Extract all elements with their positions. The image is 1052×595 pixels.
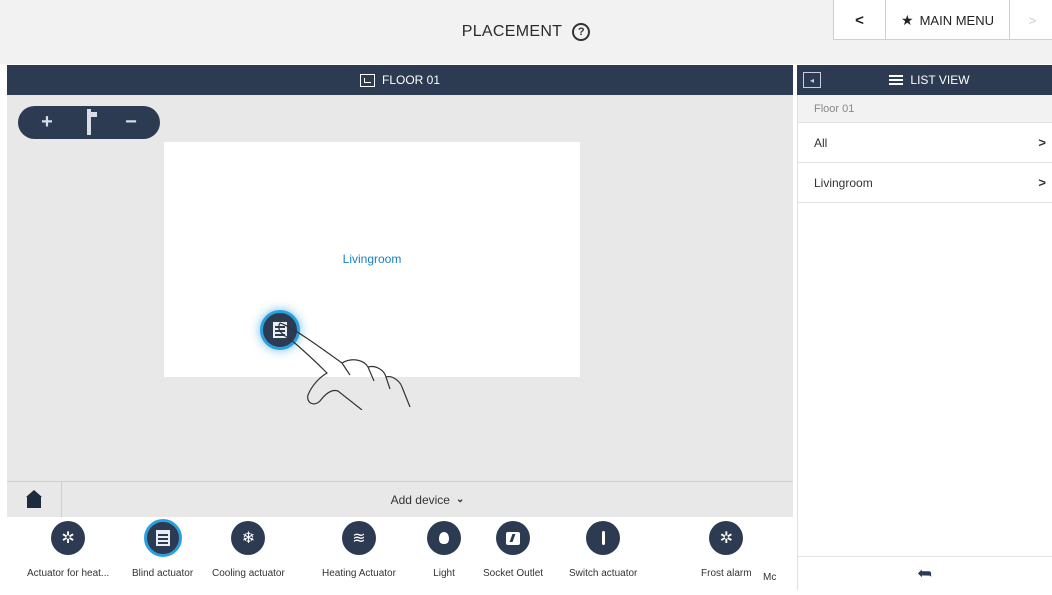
bulb-glyph-icon xyxy=(439,532,449,544)
device-label: Heating Actuator xyxy=(322,568,396,579)
list-view-header: ◂ LIST VIEW xyxy=(797,65,1052,95)
list-icon xyxy=(889,75,904,85)
switch-glyph-icon xyxy=(601,531,605,545)
list-item-label: All xyxy=(814,135,828,150)
zoom-in-button[interactable]: + xyxy=(31,106,63,139)
main-menu-label: MAIN MENU xyxy=(919,12,994,28)
main-menu-button[interactable]: ★ MAIN MENU xyxy=(886,0,1010,40)
device-label: Light xyxy=(433,568,455,579)
list-item-all[interactable]: All > xyxy=(798,123,1052,163)
socket-icon xyxy=(496,521,531,555)
star-icon: ★ xyxy=(901,11,914,28)
device-label: Socket Outlet xyxy=(483,568,544,579)
list-view-title: LIST VIEW xyxy=(797,73,1052,87)
snowflake-icon: ❄ xyxy=(231,521,266,555)
device-light[interactable]: Light xyxy=(427,521,461,579)
device-label: Blind actuator xyxy=(132,568,194,579)
chevron-right-icon: > xyxy=(1038,135,1046,150)
socket-glyph-icon xyxy=(506,531,521,545)
heat-waves-icon: ≋ xyxy=(341,521,376,555)
floor-plan-canvas[interactable]: + − Livingroom xyxy=(7,95,793,481)
add-device-label: Add device xyxy=(390,492,450,507)
collapse-panel-icon[interactable]: ◂ xyxy=(803,72,821,88)
list-panel: Floor 01 All > Livingroom > ➦ xyxy=(797,95,1052,590)
floor-header: FLOOR 01 xyxy=(7,65,793,95)
fit-screen-icon xyxy=(87,109,91,135)
home-icon xyxy=(26,489,42,508)
device-blind-actuator[interactable]: Blind actuator xyxy=(132,519,194,579)
blind-glyph-icon xyxy=(155,530,170,546)
frost-alarm-icon: ✲ xyxy=(709,521,744,555)
device-cooling-actuator[interactable]: ❄ Cooling actuator xyxy=(212,521,285,579)
room-label: Livingroom xyxy=(342,252,402,266)
device-frost-alarm[interactable]: ✲ Frost alarm xyxy=(701,521,752,579)
device-socket-outlet[interactable]: Socket Outlet xyxy=(483,521,543,579)
device-partial[interactable]: Mc xyxy=(763,572,776,583)
device-label: Frost alarm xyxy=(701,568,752,579)
chevron-left-icon: < xyxy=(855,11,864,29)
list-item-label: Livingroom xyxy=(814,175,873,190)
actuator-heat-icon: ✲ xyxy=(51,521,86,555)
chevron-down-icon: ⌄ xyxy=(455,494,465,505)
device-actuator-heat[interactable]: ✲ Actuator for heat... xyxy=(27,521,109,579)
forward-button[interactable]: > xyxy=(1010,0,1052,40)
list-back-button[interactable]: ➦ xyxy=(798,556,1052,590)
fit-view-button[interactable] xyxy=(73,106,105,139)
chevron-right-icon: > xyxy=(1028,12,1037,28)
switch-icon xyxy=(586,521,621,555)
device-heating-actuator[interactable]: ≋ Heating Actuator xyxy=(322,521,396,579)
hand-pointer-icon xyxy=(278,322,411,410)
list-view-label: LIST VIEW xyxy=(910,73,970,87)
floor-title: FLOOR 01 xyxy=(381,73,441,87)
device-switch-actuator[interactable]: Switch actuator xyxy=(569,521,637,579)
device-label: Actuator for heat... xyxy=(27,568,110,579)
bottom-toolbar: Add device ⌄ xyxy=(7,481,793,518)
floor-plan-icon xyxy=(359,73,375,87)
device-palette: ✲ Actuator for heat... Blind actuator ❄ … xyxy=(7,517,793,590)
light-bulb-icon xyxy=(427,521,461,555)
back-button[interactable]: < xyxy=(834,0,886,40)
chevron-right-icon: > xyxy=(1038,175,1046,190)
breadcrumb: Floor 01 xyxy=(798,95,1052,123)
device-label: Cooling actuator xyxy=(212,568,285,579)
blind-icon xyxy=(143,519,182,557)
zoom-out-button[interactable]: − xyxy=(115,106,147,139)
top-nav: < ★ MAIN MENU > xyxy=(833,0,1052,40)
home-button[interactable] xyxy=(7,481,62,518)
add-device-button[interactable]: Add device ⌄ xyxy=(62,493,793,507)
back-arrow-icon: ➦ xyxy=(917,563,933,583)
list-item-livingroom[interactable]: Livingroom > xyxy=(798,163,1052,203)
zoom-controls: + − xyxy=(18,106,160,139)
device-label: Switch actuator xyxy=(569,568,638,579)
device-label: Mc xyxy=(763,572,777,583)
